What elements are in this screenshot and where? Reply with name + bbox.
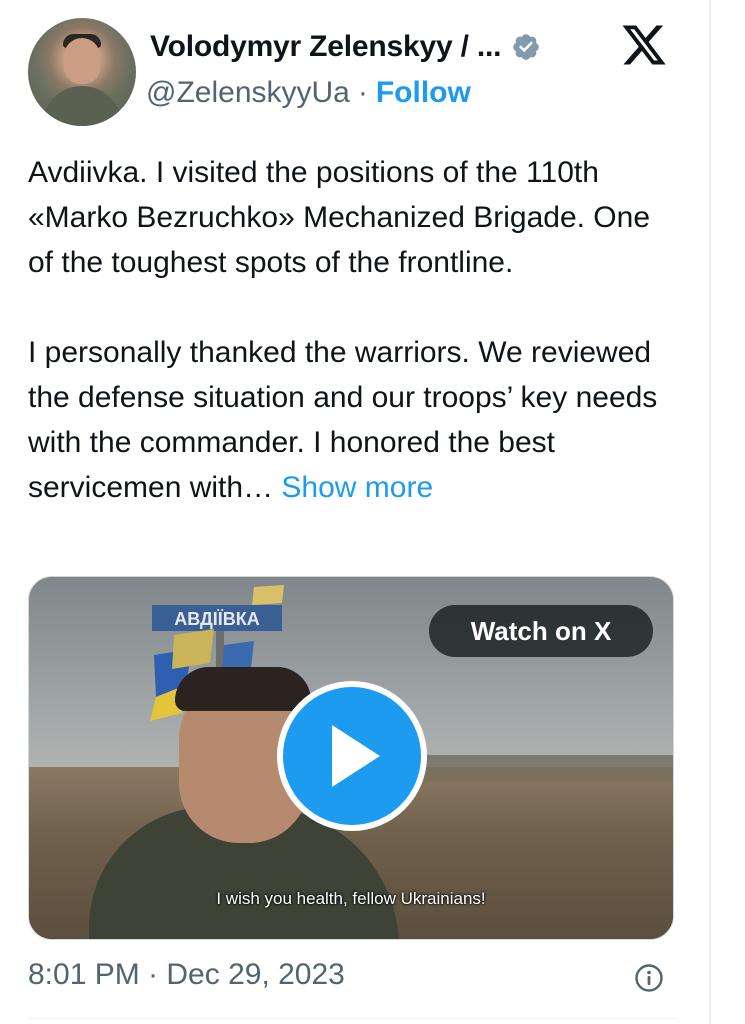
watch-on-x-button[interactable]: Watch on X [429,605,653,657]
follow-button[interactable]: Follow [376,76,471,110]
video-player[interactable]: АВДІЇВКА Watch on X I wish you health, f… [28,576,674,940]
divider [28,1018,678,1019]
verified-badge-icon [513,34,540,60]
play-icon [332,725,380,787]
show-more-link[interactable]: Show more [281,471,433,504]
video-person-hair [175,667,311,711]
video-caption: I wish you health, fellow Ukrainians! [216,889,486,908]
author-handle[interactable]: @ZelenskyyUa [146,76,350,110]
post-text: Avdiivka. I visited the positions of the… [28,150,678,510]
post-paragraph-2: I personally thanked the warriors. We re… [28,330,678,510]
post-timestamp[interactable]: 8:01 PM · Dec 29, 2023 [28,958,345,992]
handle-row: @ZelenskyyUa · Follow [146,76,471,110]
post-header: Volodymyr Zelenskyy / ... @ZelenskyyUa ·… [28,18,678,128]
info-icon[interactable] [634,963,664,993]
author-name-row: Volodymyr Zelenskyy / ... [150,30,541,64]
x-logo-icon[interactable] [618,21,670,69]
sign-text: АВДІЇВКА [174,609,260,629]
author-name[interactable]: Volodymyr Zelenskyy / ... [150,30,501,64]
separator-dot: · [357,76,368,109]
play-button[interactable] [277,681,427,831]
card-border [709,0,711,1024]
avatar[interactable] [28,18,136,126]
post-paragraph-1: Avdiivka. I visited the positions of the… [28,156,651,279]
